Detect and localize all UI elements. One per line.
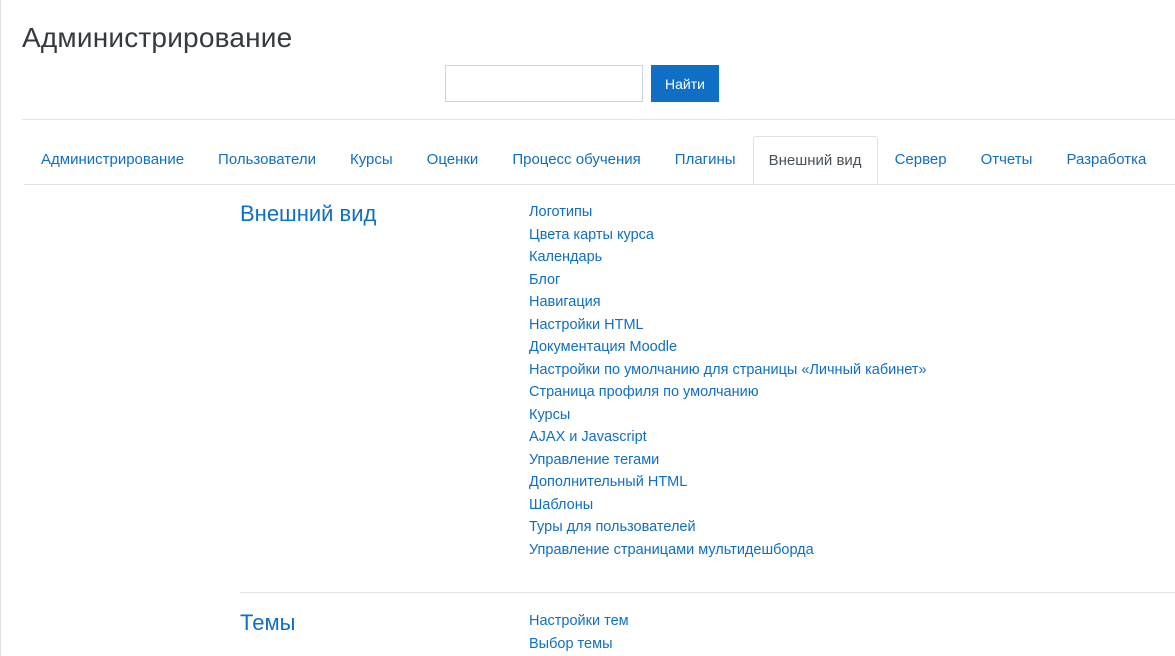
- list-item: Выбор темы: [529, 633, 629, 656]
- section-links: Логотипы Цвета карты курса Календарь Бло…: [529, 201, 927, 561]
- section-links: Настройки тем Выбор темы: [529, 610, 629, 655]
- list-item: Курсы: [529, 404, 927, 427]
- list-item: Туры для пользователей: [529, 516, 927, 539]
- tab-administration[interactable]: Администрирование: [24, 136, 201, 183]
- list-item: Управление тегами: [529, 449, 927, 472]
- section-title[interactable]: Внешний вид: [240, 201, 376, 227]
- link-blog[interactable]: Блог: [529, 272, 560, 288]
- link-theme-settings[interactable]: Настройки тем: [529, 613, 629, 629]
- link-courses[interactable]: Курсы: [529, 407, 570, 423]
- list-item: Шаблоны: [529, 494, 927, 517]
- link-calendar[interactable]: Календарь: [529, 249, 602, 265]
- list-item: Календарь: [529, 246, 927, 269]
- list-item: AJAX и Javascript: [529, 426, 927, 449]
- link-multi-dashboard[interactable]: Управление страницами мультидешборда: [529, 542, 814, 558]
- tab-plugins[interactable]: Плагины: [658, 136, 753, 183]
- link-default-profile[interactable]: Страница профиля по умолчанию: [529, 384, 759, 400]
- list-item: Настройки по умолчанию для страницы «Лич…: [529, 359, 927, 382]
- list-item: Логотипы: [529, 201, 927, 224]
- list-item: Блог: [529, 269, 927, 292]
- list-item: Навигация: [529, 291, 927, 314]
- link-ajax-javascript[interactable]: AJAX и Javascript: [529, 429, 647, 445]
- link-default-dashboard[interactable]: Настройки по умолчанию для страницы «Лич…: [529, 362, 927, 378]
- search-button[interactable]: Найти: [651, 65, 719, 102]
- page-title: Администрирование: [22, 22, 293, 53]
- search-input[interactable]: [445, 65, 643, 102]
- link-user-tours[interactable]: Туры для пользователей: [529, 519, 696, 535]
- tab-users[interactable]: Пользователи: [201, 136, 333, 183]
- link-logos[interactable]: Логотипы: [529, 204, 592, 220]
- link-additional-html[interactable]: Дополнительный HTML: [529, 474, 687, 490]
- admin-search-form: Найти: [445, 65, 719, 102]
- section-divider: [240, 592, 1175, 593]
- tab-development[interactable]: Разработка: [1049, 136, 1163, 183]
- section-title[interactable]: Темы: [240, 610, 295, 636]
- list-item: Дополнительный HTML: [529, 471, 927, 494]
- link-theme-selector[interactable]: Выбор темы: [529, 636, 613, 652]
- link-html-settings[interactable]: Настройки HTML: [529, 317, 644, 333]
- tab-competencies[interactable]: Процесс обучения: [495, 136, 657, 183]
- link-templates[interactable]: Шаблоны: [529, 497, 593, 513]
- list-item: Документация Moodle: [529, 336, 927, 359]
- list-item: Настройки тем: [529, 610, 629, 633]
- tab-server[interactable]: Сервер: [878, 136, 964, 183]
- tab-grades[interactable]: Оценки: [410, 136, 496, 183]
- page: Администрирование Найти Администрировани…: [0, 0, 1175, 656]
- list-item: Управление страницами мультидешборда: [529, 539, 927, 562]
- link-course-colors[interactable]: Цвета карты курса: [529, 227, 654, 243]
- list-item: Страница профиля по умолчанию: [529, 381, 927, 404]
- tab-courses[interactable]: Курсы: [333, 136, 410, 183]
- link-navigation[interactable]: Навигация: [529, 294, 601, 310]
- admin-tabs: Администрирование Пользователи Курсы Оце…: [24, 136, 1175, 185]
- header-divider: [22, 119, 1175, 120]
- link-moodle-docs[interactable]: Документация Moodle: [529, 339, 677, 355]
- list-item: Цвета карты курса: [529, 224, 927, 247]
- tab-appearance[interactable]: Внешний вид: [752, 136, 878, 184]
- tab-reports[interactable]: Отчеты: [964, 136, 1050, 183]
- list-item: Настройки HTML: [529, 314, 927, 337]
- link-manage-tags[interactable]: Управление тегами: [529, 452, 659, 468]
